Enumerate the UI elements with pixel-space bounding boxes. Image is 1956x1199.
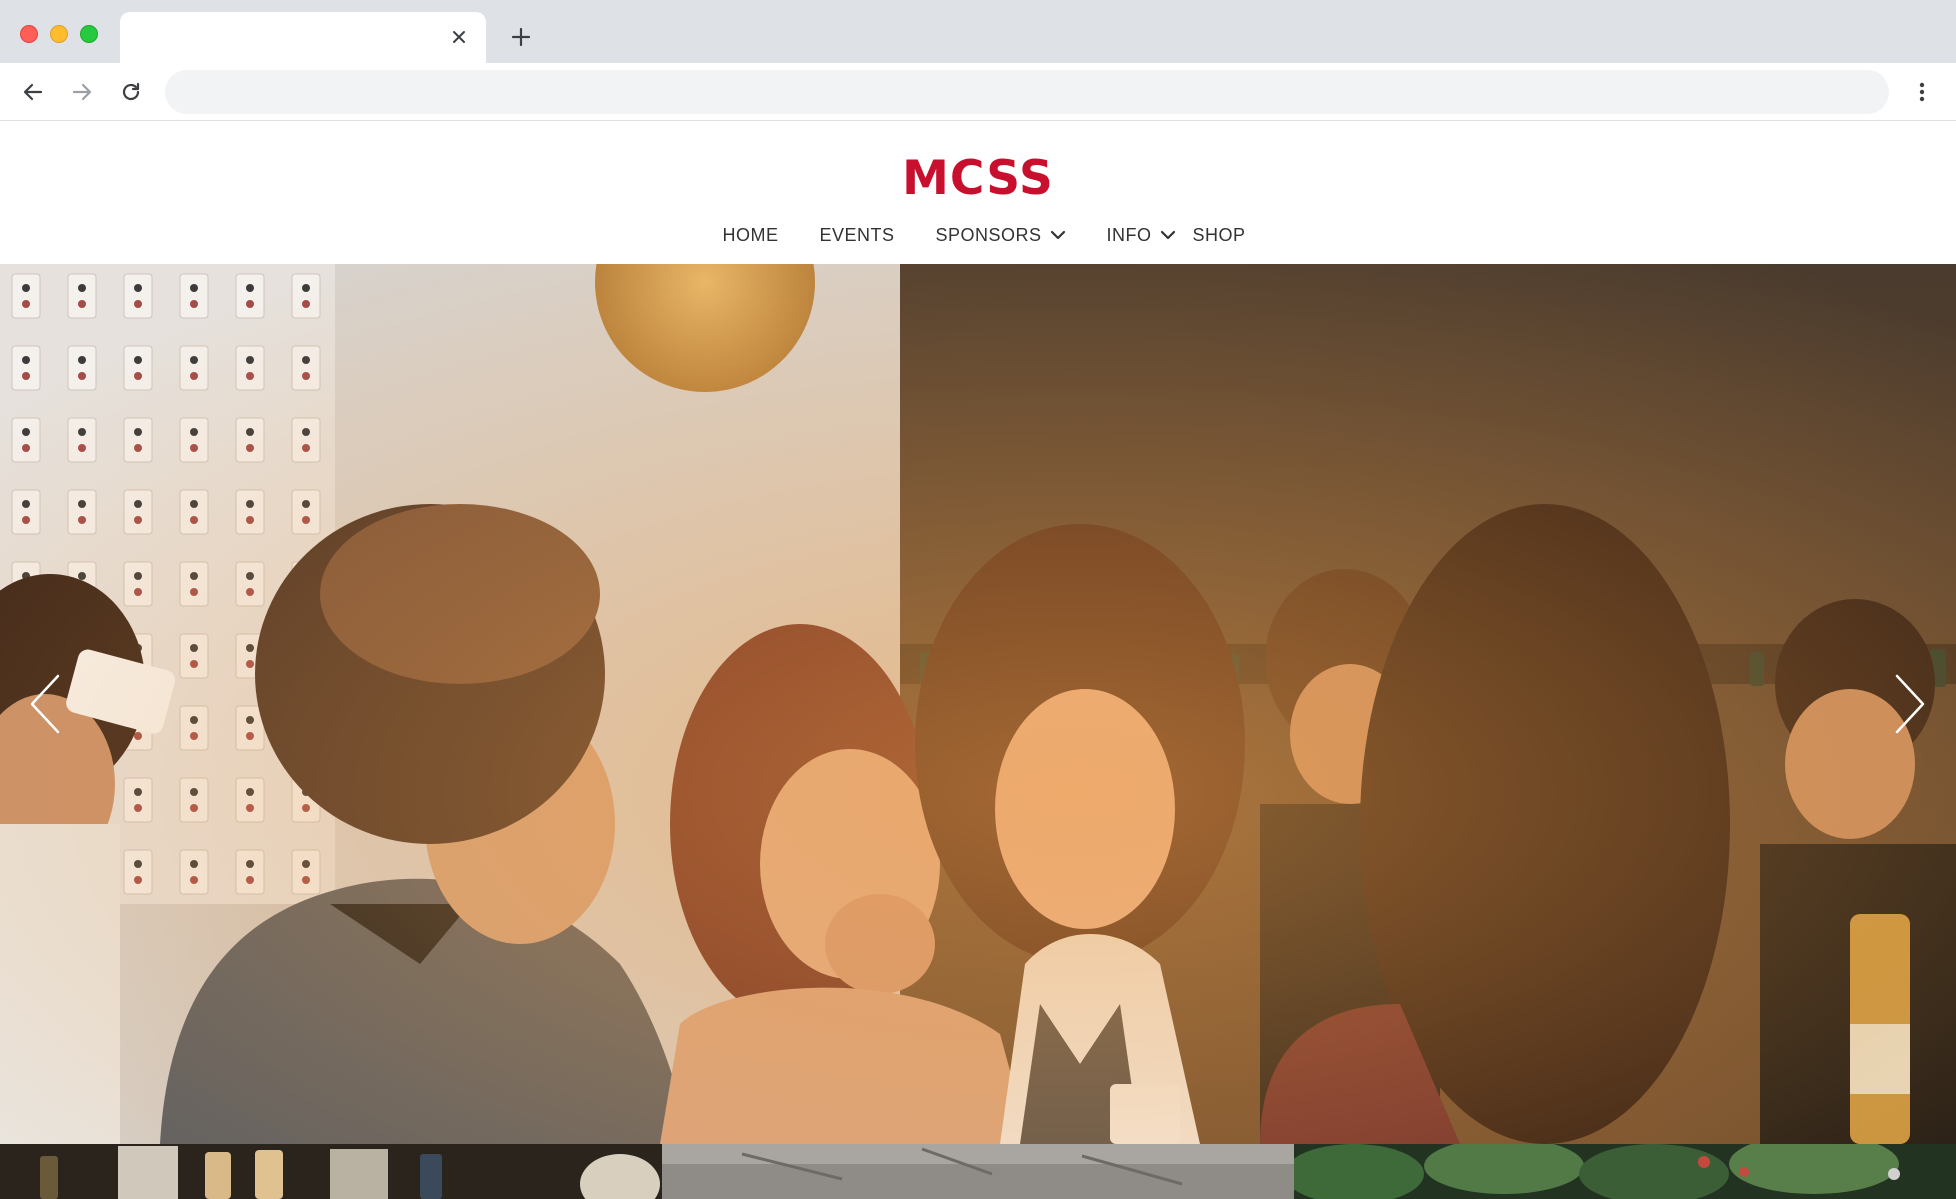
thumbnail-1[interactable] (0, 1144, 662, 1199)
nav-item-label: INFO (1106, 225, 1152, 245)
reload-icon (122, 82, 140, 101)
chevron-left-icon (30, 674, 60, 734)
arrow-left-icon (23, 83, 43, 101)
thumbnail-image (662, 1144, 1294, 1199)
window-close-button[interactable] (20, 25, 38, 43)
slideshow-prev-button[interactable] (25, 669, 65, 739)
forward-button[interactable] (66, 76, 98, 108)
main-nav: HOME EVENTS SPONSORS INFO SHOP (0, 226, 1956, 244)
plus-icon (511, 27, 531, 47)
window-minimize-button[interactable] (50, 25, 68, 43)
nav-item-home[interactable]: HOME (722, 226, 778, 244)
browser-toolbar (0, 63, 1956, 121)
thumbnail-3[interactable] (1294, 1144, 1956, 1199)
site-logo[interactable]: MCSS (0, 155, 1956, 202)
thumbnail-image (0, 1144, 662, 1199)
browser-tab[interactable] (120, 12, 486, 63)
nav-item-events[interactable]: EVENTS (819, 226, 894, 244)
nav-item-label: SPONSORS (935, 225, 1042, 245)
slideshow-next-button[interactable] (1890, 669, 1930, 739)
address-bar[interactable] (165, 70, 1889, 114)
nav-item-label: SHOP (1192, 225, 1246, 245)
site-header: MCSS HOME EVENTS SPONSORS INFO SHOP (0, 121, 1956, 264)
chevron-right-icon (1895, 674, 1925, 734)
arrow-right-icon (72, 83, 92, 101)
close-icon (453, 31, 465, 43)
slideshow-thumbnails (0, 1144, 1956, 1199)
browser-tab-bar (0, 0, 1956, 63)
browser-menu-button[interactable] (1906, 76, 1938, 108)
tab-close-button[interactable] (446, 24, 472, 50)
chevron-down-icon (1160, 230, 1176, 240)
hero-image (0, 264, 1956, 1144)
chevron-down-icon (1050, 230, 1066, 240)
reload-button[interactable] (115, 76, 147, 108)
new-tab-button[interactable] (505, 21, 537, 53)
nav-item-info[interactable]: INFO (1107, 226, 1176, 244)
nav-item-sponsors[interactable]: SPONSORS (935, 226, 1065, 244)
window-maximize-button[interactable] (80, 25, 98, 43)
thumbnail-2[interactable] (662, 1144, 1294, 1199)
back-button[interactable] (17, 76, 49, 108)
hero-slideshow (0, 264, 1956, 1144)
nav-item-label: HOME (722, 225, 779, 245)
nav-item-label: EVENTS (819, 225, 895, 245)
kebab-menu-icon (1919, 82, 1925, 102)
thumbnail-image (1294, 1144, 1956, 1199)
nav-item-shop[interactable]: SHOP (1193, 226, 1246, 244)
